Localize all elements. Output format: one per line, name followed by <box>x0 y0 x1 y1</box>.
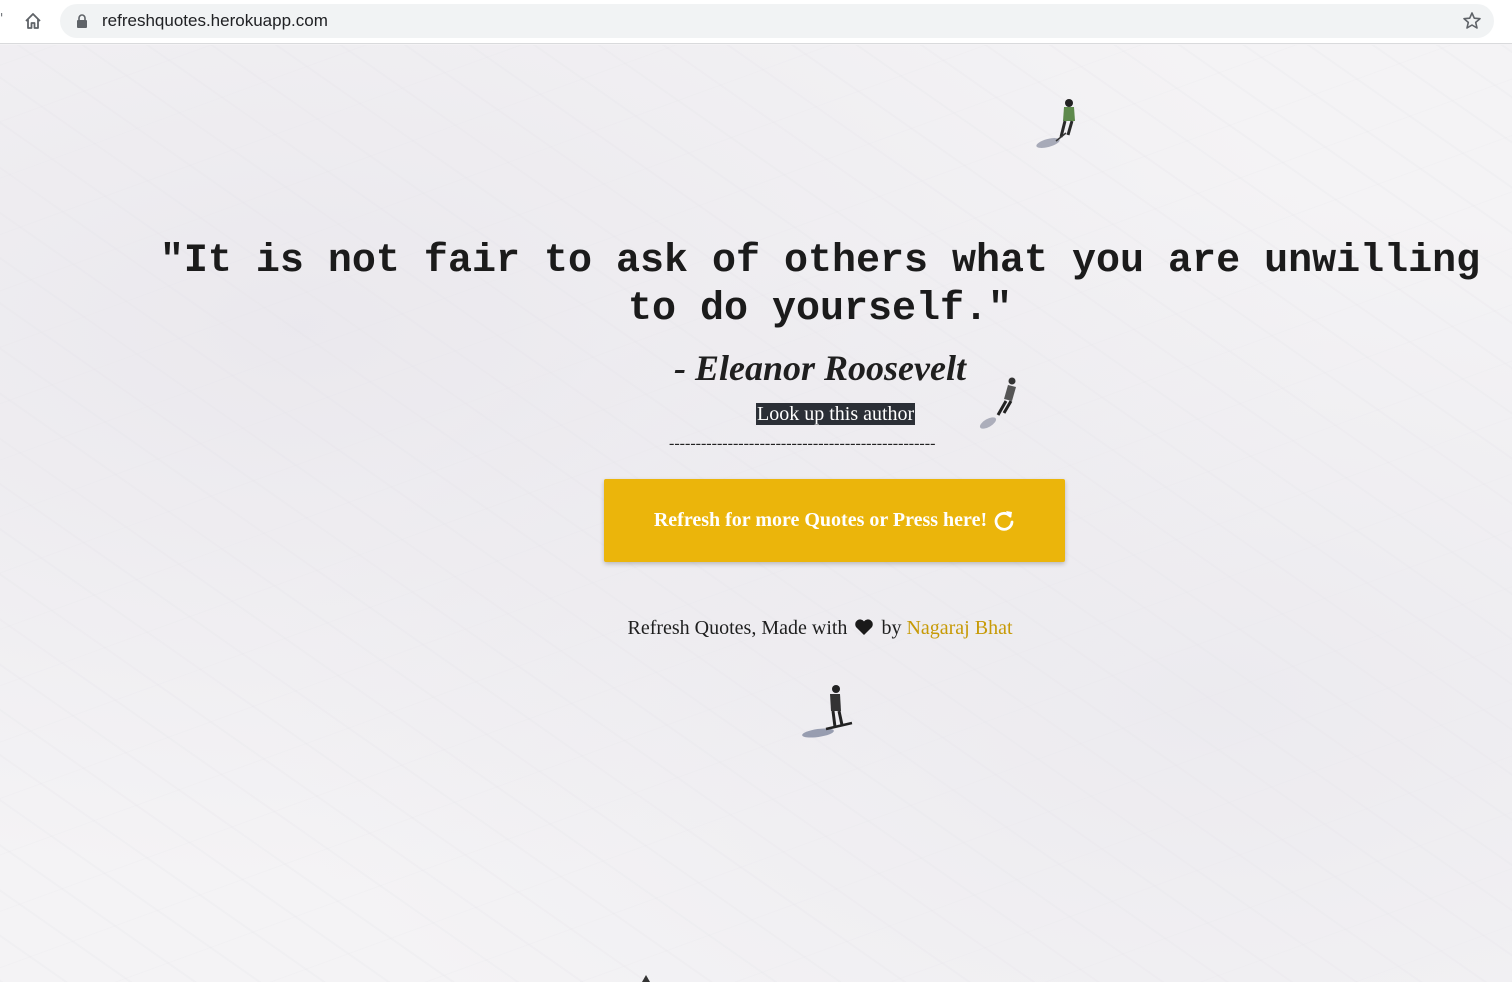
footer-by: by <box>881 617 902 639</box>
footer: Refresh Quotes, Made with by Nagaraj Bha… <box>0 615 1512 641</box>
lock-icon[interactable] <box>76 13 88 29</box>
home-icon <box>25 13 41 29</box>
skier-figure-bottom <box>802 685 853 738</box>
skier-figure-top <box>1036 99 1075 148</box>
tab-edge: ' <box>0 11 4 25</box>
refresh-icon <box>994 510 1014 531</box>
url-text[interactable]: refreshquotes.herokuapp.com <box>102 11 328 31</box>
bookmark-star-icon[interactable] <box>1462 11 1482 31</box>
address-bar[interactable]: refreshquotes.herokuapp.com <box>60 4 1494 38</box>
dashed-divider: ----------------------------------------… <box>669 435 936 452</box>
home-button[interactable] <box>20 8 46 34</box>
heart-icon <box>855 619 874 635</box>
author-name-link[interactable]: Nagaraj Bhat <box>906 617 1012 639</box>
refresh-button-label: Refresh for more Quotes or Press here! <box>653 509 988 531</box>
footer-prefix: Refresh Quotes, Made with <box>627 617 848 639</box>
skier-figure-cutoff <box>642 975 650 982</box>
quote-author: - Eleanor Roosevelt <box>674 348 966 388</box>
refresh-quotes-button[interactable]: Refresh for more Quotes or Press here! <box>604 479 1065 562</box>
quote-text: "It is not fair to ask of others what yo… <box>159 239 1481 332</box>
browser-toolbar: ' refreshquotes.herokuapp.com <box>0 0 1512 44</box>
page-background: "It is not fair to ask of others what yo… <box>0 45 1512 982</box>
lookup-author-link[interactable]: Look up this author <box>756 403 916 425</box>
